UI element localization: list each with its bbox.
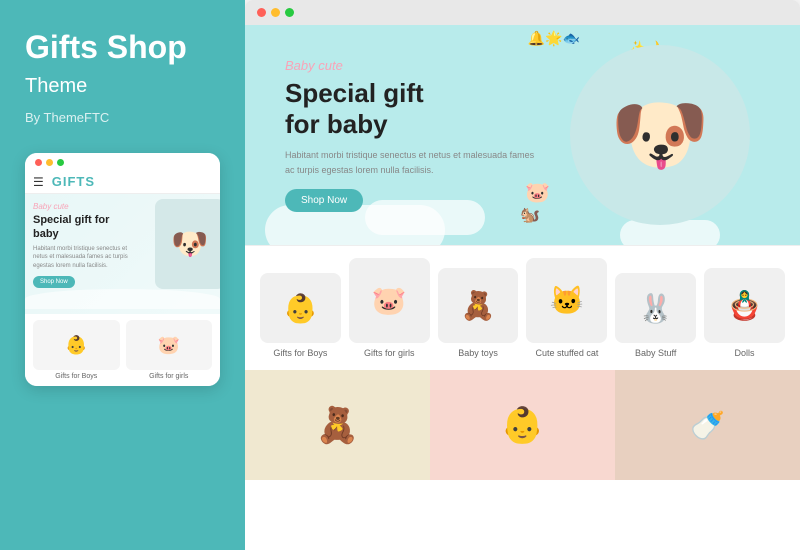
product-item-girls: 🐷 Gifts for girls [349, 258, 430, 358]
product-label-girls: Gifts for girls [349, 348, 430, 358]
mobile-product-label-girls: Gifts for girls [126, 373, 213, 380]
product-label-stuff: Baby Stuff [615, 348, 696, 358]
mobile-cloud-decor [25, 289, 220, 309]
gallery-img-1: 🧸 [245, 370, 430, 480]
hamburger-icon: ☰ [33, 175, 44, 189]
hero-baby-circle: 🐶 [570, 45, 750, 225]
gallery-section: 🧸 👶 🍼 [245, 370, 800, 480]
product-img-boys: 👶 [260, 273, 341, 343]
mobile-logo: GIFTS [52, 174, 95, 189]
baby-icon: 🐶 [610, 88, 710, 182]
hero-content: Baby cute Special giftfor baby Habitant … [285, 58, 535, 212]
gallery-img-2: 👶 [430, 370, 615, 480]
product-img-girls: 🐷 [349, 258, 430, 343]
product-item-toys: 🧸 Baby toys [438, 268, 519, 358]
browser-dot-green [285, 8, 294, 17]
product-label-toys: Baby toys [438, 348, 519, 358]
product-img-cat: 🐱 [526, 258, 607, 343]
product-img-dolls: 🪆 [704, 268, 785, 343]
gallery-img-3: 🍼 [615, 370, 800, 480]
hero-tag: Baby cute [285, 58, 535, 73]
hero-baby-image: 🐶 [550, 35, 770, 235]
products-section: 👶 Gifts for Boys 🐷 Gifts for girls 🧸 Bab… [245, 245, 800, 370]
subtitle: Theme [25, 75, 220, 98]
mobile-hero-desc: Habitant morbi tristique senectus et net… [33, 245, 128, 270]
hero-desc: Habitant morbi tristique senectus et net… [285, 148, 535, 177]
product-item-boys: 👶 Gifts for Boys [260, 273, 341, 358]
mobile-nav: ☰ GIFTS [25, 170, 220, 194]
mobile-shop-button[interactable]: Shop Now [33, 276, 75, 288]
product-img-toys: 🧸 [438, 268, 519, 343]
mobile-product-img-girls: 🐷 [126, 320, 213, 370]
product-item-cat: 🐱 Cute stuffed cat [526, 258, 607, 358]
shop-now-button[interactable]: Shop Now [285, 189, 363, 212]
hero-title: Special giftfor baby [285, 78, 535, 140]
product-item-dolls: 🪆 Dolls [704, 268, 785, 358]
dot-yellow [46, 159, 53, 166]
dot-green [57, 159, 64, 166]
mobile-hero: Baby cute Special gift for baby Habitant… [25, 194, 220, 314]
left-panel: Gifts Shop Theme By ThemeFTC ☰ GIFTS Bab… [0, 0, 245, 550]
mobile-hero-title: Special gift for baby [33, 213, 128, 242]
product-item-stuff: 🐰 Baby Stuff [615, 273, 696, 358]
browser-top-bar [245, 0, 800, 25]
product-label-cat: Cute stuffed cat [526, 348, 607, 358]
desktop-hero: 🔔🌟🐟 ✨🌙 🐷 🐿️ Baby cute Special giftfor ba… [245, 25, 800, 245]
products-grid: 👶 Gifts for Boys 🐷 Gifts for girls 🧸 Bab… [260, 258, 785, 358]
product-img-stuff: 🐰 [615, 273, 696, 343]
mobile-product-card-girls: 🐷 Gifts for girls [126, 320, 213, 380]
mobile-mockup: ☰ GIFTS Baby cute Special gift for baby … [25, 153, 220, 386]
mobile-product-label-boys: Gifts for Boys [33, 373, 120, 380]
browser-mockup: 🔔🌟🐟 ✨🌙 🐷 🐿️ Baby cute Special giftfor ba… [245, 0, 800, 550]
browser-dot-red [257, 8, 266, 17]
mobile-top-bar [25, 153, 220, 170]
mobile-baby-image: 🐶 [155, 199, 220, 289]
mobile-hero-tag: Baby cute [33, 202, 128, 211]
main-title: Gifts Shop [25, 30, 220, 65]
right-panel: 🔔🌟🐟 ✨🌙 🐷 🐿️ Baby cute Special giftfor ba… [245, 0, 800, 550]
mobile-products: 👶 Gifts for Boys 🐷 Gifts for girls [25, 314, 220, 386]
dot-red [35, 159, 42, 166]
browser-dot-yellow [271, 8, 280, 17]
byline: By ThemeFTC [25, 110, 220, 125]
product-label-dolls: Dolls [704, 348, 785, 358]
mobile-product-img-boys: 👶 [33, 320, 120, 370]
baby-face-icon: 🐶 [171, 227, 208, 262]
mobile-product-card-boys: 👶 Gifts for Boys [33, 320, 120, 380]
product-label-boys: Gifts for Boys [260, 348, 341, 358]
